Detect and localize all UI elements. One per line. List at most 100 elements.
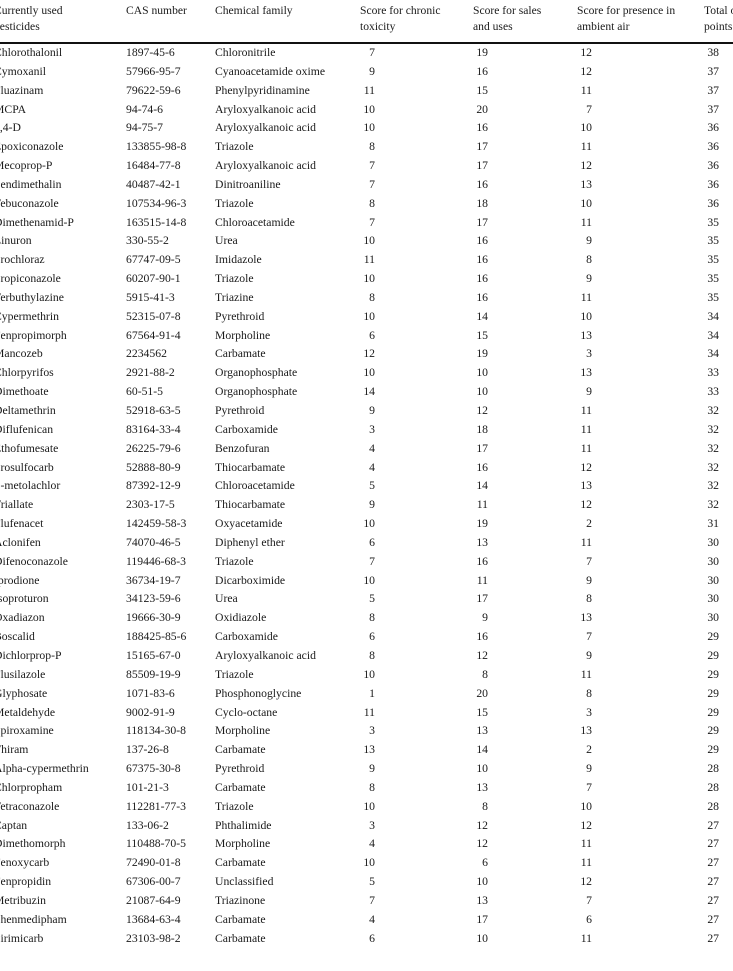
cell-pesticide-name: Triallate [0, 498, 34, 512]
cell-total-points: 34 [707, 328, 719, 342]
cell-score-chronic: 7 [369, 177, 375, 191]
table-row: Chlorpyrifos 2921-88-2 Organophosphate 10 10… [0, 364, 733, 383]
cell-chemical-family: Oxidiazole [215, 611, 267, 625]
cell-chemical-family: Triazine [215, 290, 254, 304]
cell-score-chronic: 4 [369, 912, 375, 926]
cell-score-chronic: 3 [369, 422, 375, 436]
cell-chemical-family: Pyrethroid [215, 309, 265, 323]
cell-cas-number: 79622-59-6 [126, 83, 181, 97]
column-header-pesticide-line2: pesticides [0, 19, 40, 33]
cell-score-sales: 8 [482, 799, 488, 813]
cell-score-chronic: 7 [369, 215, 375, 229]
cell-chemical-family: Carbamate [215, 912, 266, 926]
table-row: Alpha-cypermethrin 67375-30-8 Pyrethroid 9 1… [0, 760, 733, 779]
cell-score-air: 6 [586, 912, 592, 926]
cell-chemical-family: Morpholine [215, 724, 271, 738]
cell-score-chronic: 8 [369, 648, 375, 662]
cell-pesticide-name: Fenpropimorph [0, 328, 67, 342]
cell-score-air: 10 [580, 121, 592, 135]
cell-score-air: 11 [580, 215, 592, 229]
cell-pesticide-name: Phenmedipham [0, 912, 67, 926]
cell-pesticide-name: 2,4-D [0, 121, 21, 135]
cell-total-points: 35 [707, 290, 719, 304]
cell-pesticide-name: Mancozeb [0, 347, 43, 361]
cell-score-chronic: 5 [369, 875, 375, 889]
cell-score-chronic: 11 [363, 83, 375, 97]
cell-score-chronic: 8 [369, 780, 375, 794]
cell-cas-number: 52888-80-9 [126, 460, 181, 474]
cell-score-chronic: 7 [369, 554, 375, 568]
cell-pesticide-name: Dimethomorph [0, 837, 66, 851]
cell-pesticide-name: Metribuzin [0, 893, 46, 907]
cell-score-sales: 16 [476, 272, 488, 286]
cell-score-chronic: 8 [369, 140, 375, 154]
column-header-total-points-line1: Total o [704, 4, 733, 17]
table-row: Linuron 330-55-2 Urea 10 16 9 35 [0, 232, 733, 251]
cell-pesticide-name: Pendimethalin [0, 177, 62, 191]
table-row: Metribuzin 21087-64-9 Triazinone 7 13 7 27 [0, 892, 733, 911]
cell-pesticide-name: Flusilazole [0, 667, 46, 681]
cell-pesticide-name: Fenpropidin [0, 875, 52, 889]
cell-score-chronic: 5 [369, 592, 375, 606]
cell-score-chronic: 10 [363, 121, 375, 135]
cell-chemical-family: Aryloxyalkanoic acid [215, 102, 316, 116]
cell-cas-number: 2303-17-5 [126, 498, 175, 512]
cell-score-sales: 18 [476, 422, 488, 436]
table-row: Iprodione 36734-19-7 Dicarboximide 10 11 9 30 [0, 572, 733, 591]
column-header-total-points-line2: points [704, 19, 733, 33]
cell-chemical-family: Organophosphate [215, 366, 298, 380]
table-row: Cymoxanil 57966-95-7 Cyanoacetamide oxime 9… [0, 63, 733, 82]
cell-score-air: 13 [580, 328, 592, 342]
cell-score-sales: 14 [476, 479, 488, 493]
cell-pesticide-name: Chlorpropham [0, 780, 63, 794]
cell-chemical-family: Carbamate [215, 743, 266, 757]
cell-score-chronic: 10 [363, 573, 375, 587]
table-row: Flusilazole 85509-19-9 Triazole 10 8 11 29 [0, 666, 733, 685]
cell-pesticide-name: Epoxiconazole [0, 140, 64, 154]
cell-total-points: 29 [707, 630, 719, 644]
table-row: Propiconazole 60207-90-1 Triazole 10 16 9 35 [0, 270, 733, 289]
cell-chemical-family: Dicarboximide [215, 573, 286, 587]
cell-score-sales: 16 [476, 234, 488, 248]
cell-pesticide-name: Iprodione [0, 573, 40, 587]
cell-total-points: 33 [707, 366, 719, 380]
table-row: Dichlorprop-P 15165-67-0 Aryloxyalkanoic a… [0, 647, 733, 666]
cell-total-points: 36 [707, 159, 719, 173]
cell-score-chronic: 10 [363, 517, 375, 531]
cell-score-air: 8 [586, 253, 592, 267]
table-row: S-metolachlor 87392-12-9 Chloroacetamide 5 1… [0, 477, 733, 496]
column-header-chemical-family: Chemical family [215, 0, 360, 44]
cell-score-sales: 14 [476, 743, 488, 757]
cell-score-sales: 19 [476, 45, 488, 59]
cell-score-sales: 10 [476, 762, 488, 776]
cell-score-air: 13 [580, 366, 592, 380]
cell-cas-number: 52918-63-5 [126, 404, 181, 417]
table-row: Cypermethrin 52315-07-8 Pyrethroid 10 14 10 34 [0, 308, 733, 327]
cell-score-sales: 12 [476, 648, 488, 662]
cell-chemical-family: Phosphonoglycine [215, 686, 302, 700]
cell-score-sales: 16 [476, 177, 488, 191]
cell-score-air: 7 [586, 780, 592, 794]
cell-total-points: 30 [707, 611, 719, 625]
cell-total-points: 36 [707, 121, 719, 135]
column-header-pesticide: Currently used pesticides [0, 0, 126, 44]
table-row: Fenoxycarb 72490-01-8 Carbamate 10 6 11 27 [0, 854, 733, 873]
table-row: Prosulfocarb 52888-80-9 Thiocarbamate 4 16 12… [0, 459, 733, 478]
cell-total-points: 31 [707, 517, 719, 531]
cell-total-points: 28 [707, 780, 719, 794]
cell-score-sales: 16 [476, 460, 488, 474]
cell-score-sales: 18 [476, 196, 488, 210]
cell-score-chronic: 10 [363, 366, 375, 380]
cell-cas-number: 9002-91-9 [126, 705, 175, 719]
cell-score-chronic: 4 [369, 441, 375, 455]
cell-cas-number: 60-51-5 [126, 385, 164, 399]
table-row: Spiroxamine 118134-30-8 Morpholine 3 13 13 29 [0, 722, 733, 741]
cell-cas-number: 119446-68-3 [126, 554, 186, 568]
cell-score-air: 9 [586, 385, 592, 399]
cell-score-air: 8 [586, 592, 592, 606]
table-row: Isoproturon 34123-59-6 Urea 5 17 8 30 [0, 590, 733, 609]
cell-score-chronic: 10 [363, 799, 375, 813]
table-row: Diflufenican 83164-33-4 Carboxamide 3 18 11 32 [0, 421, 733, 440]
cell-pesticide-name: Boscalid [0, 630, 35, 644]
cell-pesticide-name: Chlorothalonil [0, 45, 63, 59]
